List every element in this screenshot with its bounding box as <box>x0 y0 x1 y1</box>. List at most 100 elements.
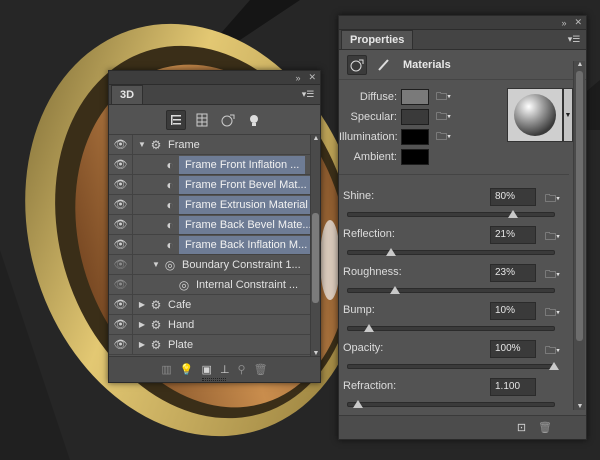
light-bulb-icon[interactable]: 💡 <box>180 363 194 376</box>
visibility-eye-icon[interactable]: 👁 <box>109 294 133 315</box>
expand-arrow-icon[interactable]: ▶ <box>137 340 147 349</box>
visibility-eye-icon[interactable]: 👁 <box>109 154 133 175</box>
shine-input[interactable]: 80% <box>490 188 536 206</box>
layer-row[interactable]: 👁 ▶ ⚙ Hand <box>109 314 320 335</box>
bump-slider[interactable] <box>347 324 555 332</box>
layer-row[interactable]: 👁 ▶ ⚙ Cafe <box>109 294 320 315</box>
layer-row[interactable]: 👁 ◐ Frame Front Bevel Mat... <box>109 174 320 195</box>
visibility-eye-icon[interactable]: 👁 <box>109 174 133 195</box>
roughness-slider[interactable] <box>347 286 555 294</box>
tab-properties[interactable]: Properties <box>341 30 414 49</box>
3d-mesh-button[interactable]: ▥ <box>161 363 171 376</box>
bump-input[interactable]: 10% <box>490 302 536 320</box>
visibility-eye-icon[interactable]: 👁 <box>109 135 133 155</box>
scroll-up-icon[interactable]: ▲ <box>575 61 585 68</box>
material-mode-icon[interactable] <box>347 54 367 75</box>
visibility-eye-icon[interactable]: 👁 <box>109 334 133 355</box>
add-object-icon[interactable]: ▣ <box>202 363 212 376</box>
texture-folder-icon[interactable]: 🗀▾ <box>436 108 451 127</box>
close-icon[interactable]: ✕ <box>308 72 316 83</box>
scroll-thumb[interactable] <box>312 213 319 303</box>
visibility-eye-icon[interactable]: 👁 <box>109 314 133 335</box>
texture-folder-icon[interactable]: 🗀▾ <box>545 190 560 209</box>
reflection-slider[interactable] <box>347 248 555 256</box>
scroll-thumb[interactable] <box>576 71 583 341</box>
mesh-filter-icon[interactable] <box>192 110 212 130</box>
texture-folder-icon[interactable]: 🗀▾ <box>436 88 451 107</box>
scroll-up-icon[interactable]: ▲ <box>311 135 320 142</box>
shine-slider[interactable] <box>347 210 555 218</box>
slider-knob[interactable] <box>363 324 374 332</box>
properties-scrollbar[interactable]: ▲ ▼ <box>573 61 585 410</box>
texture-folder-icon[interactable]: 🗀▾ <box>545 304 560 323</box>
layer-row[interactable]: 👁 ◐ Frame Back Bevel Mate... <box>109 214 320 235</box>
collapse-icon[interactable]: » <box>295 73 300 83</box>
properties-panel: » ✕ Properties ▾☰ Materials ▼ Diffuse: 🗀… <box>338 15 587 440</box>
material-picker-dropdown-icon[interactable]: ▼ <box>563 88 573 142</box>
material-icon: ◐ <box>166 237 174 252</box>
specular-label: Specular: <box>350 111 397 123</box>
expand-arrow-icon[interactable]: ▼ <box>151 260 161 269</box>
resize-grip[interactable] <box>202 378 226 381</box>
expand-arrow-icon[interactable]: ▶ <box>137 320 147 329</box>
panel-menu-icon[interactable]: ▾☰ <box>567 34 581 45</box>
material-filter-icon[interactable] <box>218 110 238 130</box>
panel-header-bar[interactable]: » ✕ <box>339 16 586 30</box>
slider-knob[interactable] <box>390 286 401 294</box>
layer-name: Hand <box>168 318 195 331</box>
close-icon[interactable]: ✕ <box>574 17 582 28</box>
layer-row[interactable]: 👁 ▼ ⚙ Frame <box>109 135 320 155</box>
new-material-icon[interactable]: ⊡ <box>517 421 526 434</box>
opacity-input[interactable]: 100% <box>490 340 536 358</box>
constraint-icon: ◎ <box>164 257 176 272</box>
illumination-color-swatch[interactable] <box>401 129 429 145</box>
brush-icon[interactable] <box>373 55 393 75</box>
texture-folder-icon[interactable]: 🗀▾ <box>545 228 560 247</box>
ground-plane-icon[interactable]: ⊥ <box>220 363 230 376</box>
slider-knob[interactable] <box>386 248 397 256</box>
layer-row[interactable]: 👁 ◎ Internal Constraint ... <box>109 274 320 295</box>
ambient-color-swatch[interactable] <box>401 149 429 165</box>
diffuse-color-swatch[interactable] <box>401 89 429 105</box>
visibility-eye-icon[interactable]: 👁 <box>109 234 133 255</box>
slider-knob[interactable] <box>353 400 364 408</box>
roughness-label: Roughness: <box>343 266 402 278</box>
layer-row[interactable]: 👁 ◐ Frame Front Inflation ... <box>109 154 320 175</box>
expand-arrow-icon[interactable]: ▼ <box>137 140 147 149</box>
specular-color-swatch[interactable] <box>401 109 429 125</box>
visibility-eye-icon[interactable]: 👁 <box>109 274 133 295</box>
slider-knob[interactable] <box>549 362 559 370</box>
layer-list-scrollbar[interactable]: ▲ ▼ <box>310 135 320 357</box>
opacity-slider[interactable] <box>347 362 559 370</box>
layer-row[interactable]: 👁 ▶ ⚙ Plate <box>109 334 320 355</box>
panel-header-bar[interactable]: » ✕ <box>109 71 320 85</box>
scroll-down-icon[interactable]: ▼ <box>575 403 585 410</box>
visibility-eye-icon[interactable]: 👁 <box>109 194 133 215</box>
layer-name: Frame Front Bevel Mat... <box>179 175 313 194</box>
panel-menu-icon[interactable]: ▾☰ <box>301 89 315 100</box>
materials-header: Materials <box>339 50 586 80</box>
slider-knob[interactable] <box>507 210 518 218</box>
light-filter-icon[interactable] <box>244 110 264 130</box>
trash-icon[interactable]: 🗑 <box>254 363 268 376</box>
material-preview-sphere[interactable] <box>507 88 563 142</box>
roughness-input[interactable]: 23% <box>490 264 536 282</box>
layer-row[interactable]: 👁 ▼ ◎ Boundary Constraint 1... <box>109 254 320 275</box>
visibility-eye-icon[interactable]: 👁 <box>109 254 133 275</box>
layer-row[interactable]: 👁 ◐ Frame Extrusion Material <box>109 194 320 215</box>
reflection-input[interactable]: 21% <box>490 226 536 244</box>
texture-folder-icon[interactable]: 🗀▾ <box>545 342 560 361</box>
trash-icon[interactable]: 🗑 <box>538 421 552 434</box>
toggle-lights-icon[interactable]: ⚲ <box>238 363 246 376</box>
collapse-icon[interactable]: » <box>561 18 566 28</box>
tab-3d[interactable]: 3D <box>111 85 144 104</box>
scene-filter-icon[interactable] <box>165 109 186 130</box>
texture-folder-icon[interactable]: 🗀▾ <box>545 266 560 285</box>
texture-folder-icon[interactable]: 🗀▾ <box>436 128 451 147</box>
expand-arrow-icon[interactable]: ▶ <box>137 300 147 309</box>
layer-row[interactable]: 👁 ◐ Frame Back Inflation M... <box>109 234 320 255</box>
refraction-slider[interactable] <box>347 400 555 408</box>
layer-name: Internal Constraint ... <box>196 278 299 291</box>
visibility-eye-icon[interactable]: 👁 <box>109 214 133 235</box>
refraction-input[interactable]: 1.100 <box>490 378 536 396</box>
